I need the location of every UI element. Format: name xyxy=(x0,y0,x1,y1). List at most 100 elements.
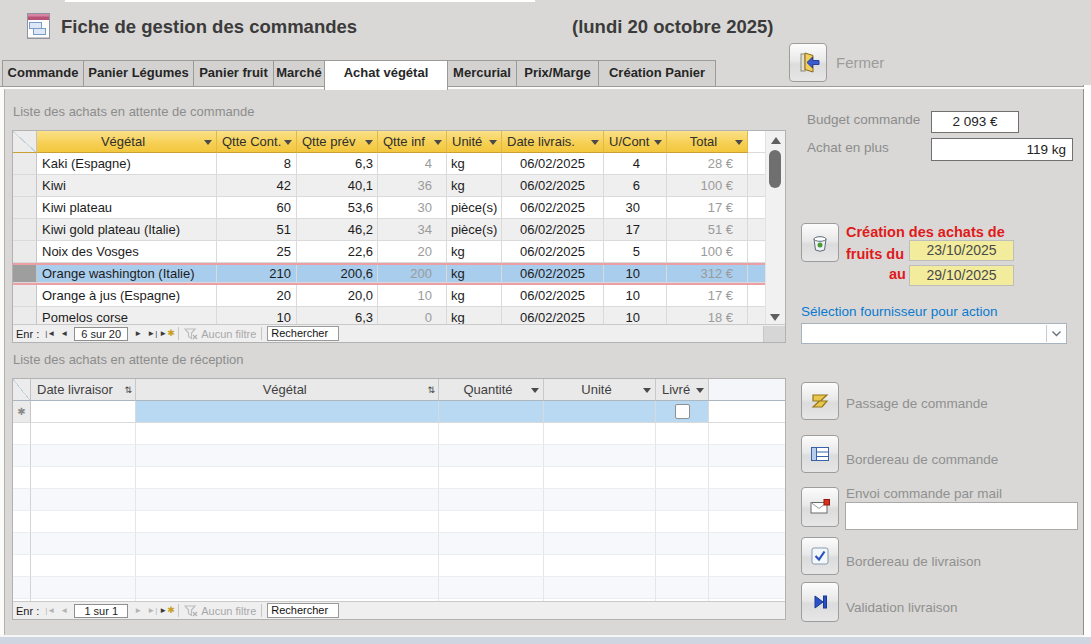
delivery-slip-button[interactable] xyxy=(801,537,839,575)
cell[interactable]: kg xyxy=(447,285,502,307)
cell[interactable]: 22,6 xyxy=(297,241,378,263)
cell[interactable]: 30 xyxy=(604,197,667,219)
column-header[interactable]: Qtte inf xyxy=(378,131,447,153)
cell[interactable]: 25 xyxy=(217,241,297,263)
order-placement-button[interactable] xyxy=(801,382,839,420)
nav-previous-button[interactable]: ◄ xyxy=(57,603,71,618)
cell[interactable]: Kiwi plateau xyxy=(37,197,217,219)
cell[interactable]: 10 xyxy=(604,285,667,307)
nav-new-record-button[interactable]: ►✱ xyxy=(159,603,173,618)
filter-dropdown-icon[interactable] xyxy=(591,140,599,145)
scroll-up-arrow[interactable] xyxy=(771,137,781,144)
filter-dropdown-icon[interactable] xyxy=(696,388,704,393)
nav-next-button[interactable]: ► xyxy=(131,326,145,341)
send-order-mail-button[interactable] xyxy=(801,487,839,527)
column-header[interactable]: Végétal xyxy=(37,131,217,153)
cell[interactable] xyxy=(544,401,656,423)
filter-dropdown-icon[interactable] xyxy=(489,140,497,145)
cell[interactable]: 4 xyxy=(604,153,667,175)
column-header[interactable]: Date livrais. xyxy=(502,131,604,153)
column-header[interactable]: Unité xyxy=(544,379,656,401)
cell[interactable]: 06/02/2025 xyxy=(502,219,604,241)
cell[interactable]: 06/02/2025 xyxy=(502,197,604,219)
cell[interactable]: 46,2 xyxy=(297,219,378,241)
budget-value-field[interactable]: 2 093 € xyxy=(931,111,1019,133)
record-selector[interactable] xyxy=(13,175,37,197)
cell[interactable]: 40,1 xyxy=(297,175,378,197)
tab-prix-marge[interactable]: Prix/Marge xyxy=(516,60,599,87)
table-row[interactable]: Kiwi plateau6053,630pièce(s)06/02/202530… xyxy=(13,197,785,219)
filter-dropdown-icon[interactable] xyxy=(204,140,212,145)
cell[interactable]: 06/02/2025 xyxy=(502,285,604,307)
cell[interactable]: Orange à jus (Espagne) xyxy=(37,285,217,307)
scroll-down-arrow[interactable] xyxy=(770,314,780,321)
column-header[interactable]: Qtte Cont. xyxy=(217,131,297,153)
nav-first-button[interactable]: |◄ xyxy=(43,603,57,618)
nav-previous-button[interactable]: ◄ xyxy=(57,326,71,341)
cell[interactable]: 06/02/2025 xyxy=(502,175,604,197)
column-header[interactable]: Total xyxy=(667,131,748,153)
extra-purchase-field[interactable]: 119 kg xyxy=(931,138,1073,161)
tab-march-[interactable]: Marché xyxy=(273,60,325,87)
sort-filter-icon[interactable]: ⇅ xyxy=(124,385,132,395)
cell[interactable]: 20 xyxy=(217,285,297,307)
record-selector[interactable] xyxy=(13,219,37,241)
cell[interactable]: 200,6 xyxy=(297,265,378,283)
scroll-thumb[interactable] xyxy=(769,150,781,188)
cell[interactable]: kg xyxy=(447,175,502,197)
nav-new-record-button[interactable]: ►✱ xyxy=(159,326,173,341)
cell[interactable]: Kiwi gold plateau (Italie) xyxy=(37,219,217,241)
cell[interactable]: Kiwi xyxy=(37,175,217,197)
table-row[interactable]: Orange à jus (Espagne)2020,010kg06/02/20… xyxy=(13,285,785,307)
cell[interactable]: pièce(s) xyxy=(447,197,502,219)
cell[interactable]: pièce(s) xyxy=(447,219,502,241)
cell[interactable]: Orange washington (Italie) xyxy=(37,265,217,283)
tab-achat-v-g-tal[interactable]: Achat végétal xyxy=(324,60,448,90)
column-header[interactable]: Végétal⇅ xyxy=(136,379,439,401)
cell[interactable]: 6 xyxy=(604,175,667,197)
nav-last-button[interactable]: ►| xyxy=(145,603,159,618)
cell[interactable]: 53,6 xyxy=(297,197,378,219)
tab-commande[interactable]: Commande xyxy=(2,60,84,87)
record-selector[interactable] xyxy=(13,197,37,219)
delivery-validation-button[interactable] xyxy=(801,582,839,622)
filter-dropdown-icon[interactable] xyxy=(531,388,539,393)
record-position-box[interactable]: 1 sur 1 xyxy=(74,604,128,618)
cell[interactable]: 28 € xyxy=(667,153,748,175)
table-row[interactable]: Kaki (Espagne)86,34kg06/02/2025428 € xyxy=(13,153,785,175)
cell[interactable]: 5 xyxy=(604,241,667,263)
cell[interactable]: 51 € xyxy=(667,219,748,241)
cell[interactable]: kg xyxy=(447,153,502,175)
new-record-row[interactable]: ✱ xyxy=(13,401,785,423)
supplier-combobox[interactable] xyxy=(801,323,1067,344)
select-all-corner[interactable] xyxy=(13,131,37,153)
tab-cr-ation-panier[interactable]: Création Panier xyxy=(598,60,716,87)
table-row[interactable]: Noix des Vosges2522,620kg06/02/20255100 … xyxy=(13,241,785,263)
cell[interactable]: 100 € xyxy=(667,175,748,197)
cell[interactable]: 10 xyxy=(604,265,667,283)
cell[interactable]: Kaki (Espagne) xyxy=(37,153,217,175)
filter-dropdown-icon[interactable] xyxy=(643,388,651,393)
filter-dropdown-icon[interactable] xyxy=(284,140,292,145)
cell[interactable]: 51 xyxy=(217,219,297,241)
sort-filter-icon[interactable]: ⇅ xyxy=(427,385,435,395)
cell[interactable]: 06/02/2025 xyxy=(502,153,604,175)
cell[interactable]: kg xyxy=(447,265,502,283)
record-selector[interactable] xyxy=(13,153,37,175)
date-from-field[interactable]: 23/10/2025 xyxy=(909,240,1014,261)
cell[interactable] xyxy=(136,401,439,423)
filter-dropdown-icon[interactable] xyxy=(654,140,662,145)
cell[interactable]: 312 € xyxy=(667,265,748,283)
cell[interactable]: 34 xyxy=(378,219,447,241)
cell[interactable]: 20 xyxy=(378,241,447,263)
table-row[interactable]: Kiwi gold plateau (Italie)5146,234pièce(… xyxy=(13,219,785,241)
nav-first-button[interactable]: |◄ xyxy=(43,326,57,341)
filter-dropdown-icon[interactable] xyxy=(434,140,442,145)
table-row[interactable]: Orange washington (Italie)210200,6200kg0… xyxy=(13,263,785,285)
column-header[interactable]: Livré xyxy=(656,379,709,401)
cell[interactable]: 6,3 xyxy=(297,153,378,175)
cell[interactable]: 06/02/2025 xyxy=(502,265,604,283)
cell[interactable]: 4 xyxy=(378,153,447,175)
column-header[interactable]: Quantité xyxy=(439,379,544,401)
order-slip-button[interactable] xyxy=(801,435,839,473)
